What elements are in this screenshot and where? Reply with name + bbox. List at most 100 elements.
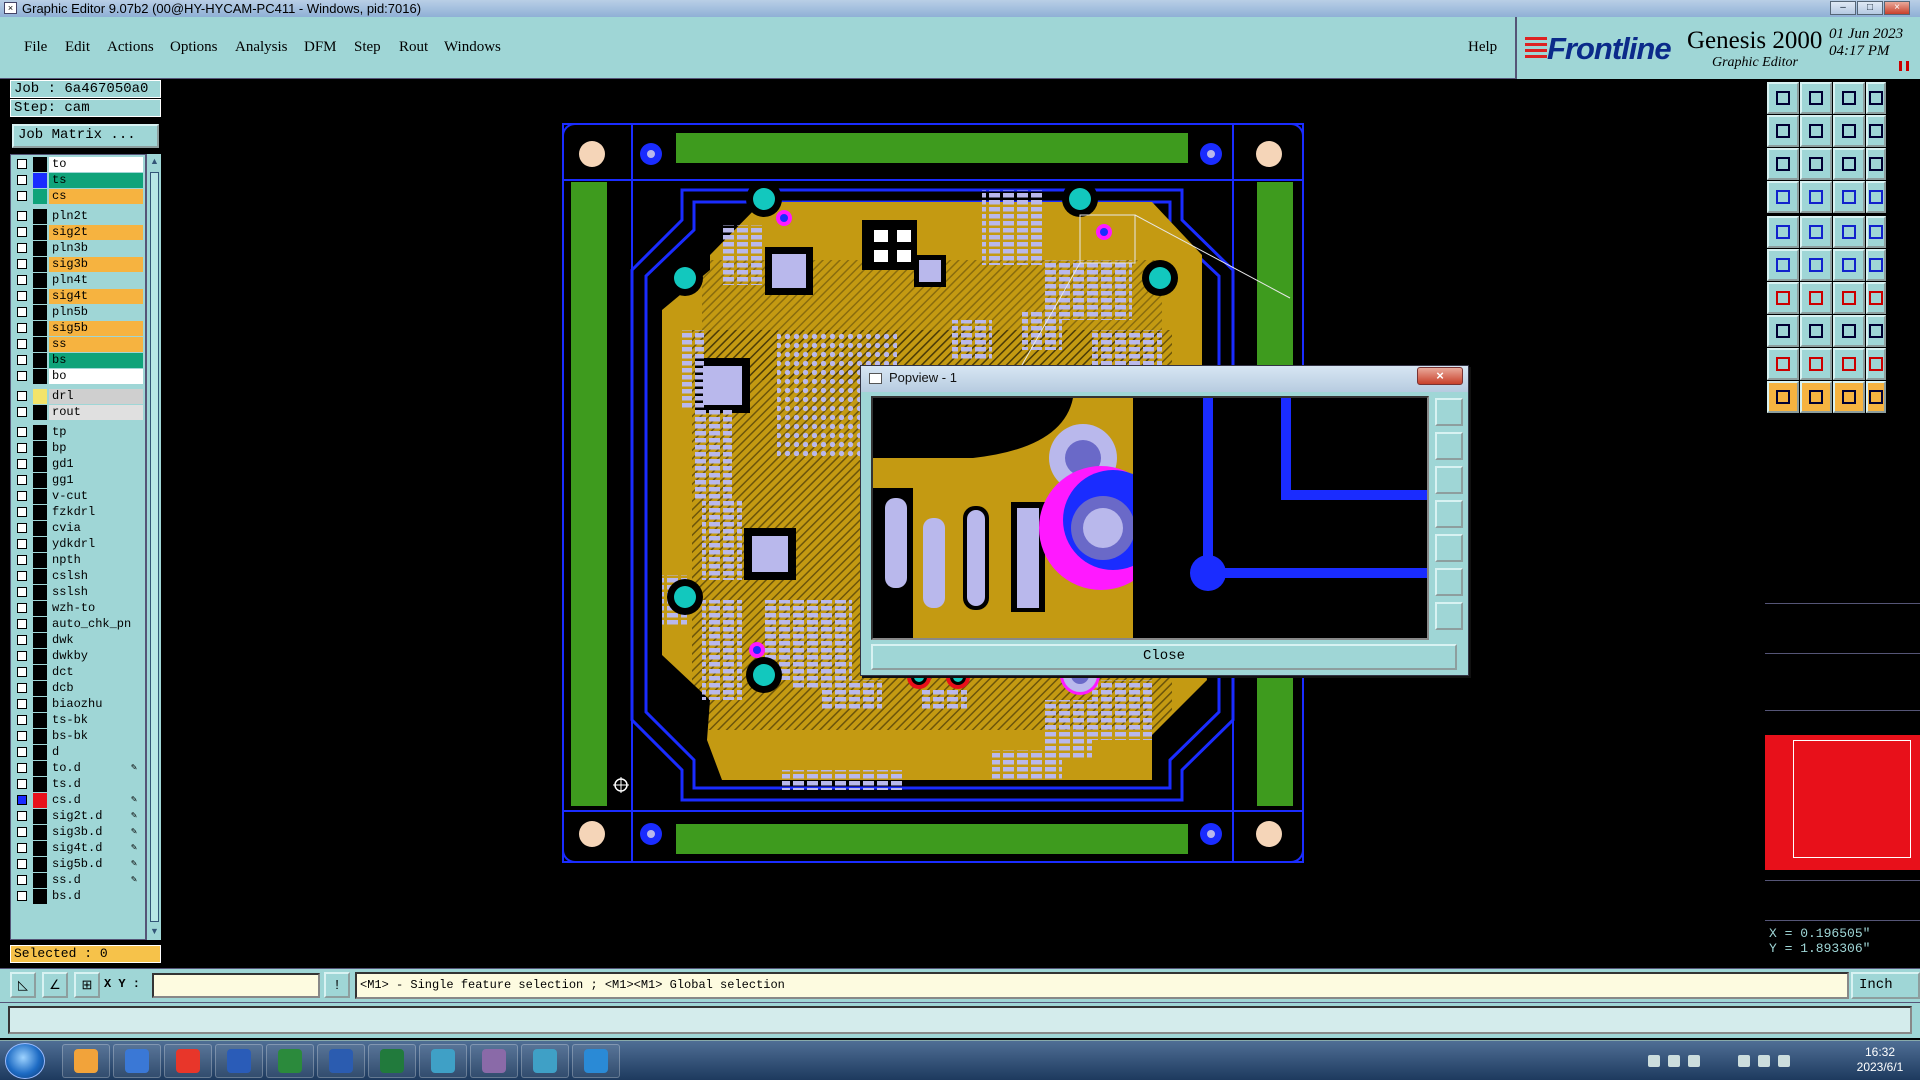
layer-color-swatch[interactable] [33,633,47,648]
layer-checkbox[interactable] [17,587,27,597]
layer-color-swatch[interactable] [33,505,47,520]
layer-row[interactable]: bs.d [11,889,145,904]
popview-close-button[interactable]: Close [871,644,1457,670]
layer-name[interactable]: bs.d [49,889,143,904]
dot-icon[interactable] [1866,216,1886,248]
layer-name[interactable]: sig2t [49,225,143,240]
arc-icon[interactable] [1833,282,1865,314]
layer-color-swatch[interactable] [33,389,47,404]
layer-name[interactable]: sig3b.d ✎ [49,825,143,840]
layer-checkbox[interactable] [17,227,27,237]
tray-icon[interactable] [1688,1055,1700,1067]
triangle-alt-icon[interactable] [1800,348,1832,380]
layer-row[interactable]: biaozhu [11,697,145,712]
layer-name[interactable]: drl [49,389,143,404]
zoom-in-icon[interactable] [1435,568,1463,596]
scroll-up-icon[interactable]: ▲ [149,156,160,167]
layer-row[interactable]: to [11,157,145,172]
layer-row[interactable]: bp [11,441,145,456]
layer-name[interactable]: dwkby [49,649,143,664]
layer-row[interactable]: sig2t.d ✎ [11,809,145,824]
layer-row[interactable]: bs [11,353,145,368]
layer-row[interactable]: tp [11,425,145,440]
layer-name[interactable]: sig4t.d ✎ [49,841,143,856]
layer-checkbox[interactable] [17,291,27,301]
tray-icon[interactable] [1648,1055,1660,1067]
start-button[interactable] [5,1043,45,1079]
layer-row[interactable]: d [11,745,145,760]
layer-name[interactable]: sig5b [49,321,143,336]
layer-row[interactable]: wzh-to [11,601,145,616]
grid-icon[interactable]: ⊞ [74,972,100,998]
layer-name[interactable]: sig3b [49,257,143,272]
layer-color-swatch[interactable] [33,825,47,840]
layer-color-swatch[interactable] [33,873,47,888]
layer-name[interactable]: bp [49,441,143,456]
layer-color-swatch[interactable] [33,225,47,240]
node-icon[interactable] [1767,315,1799,347]
layer-color-swatch[interactable] [33,425,47,440]
units-selector[interactable]: Inch [1851,972,1920,999]
layer-color-swatch[interactable] [33,521,47,536]
layer-color-swatch[interactable] [33,681,47,696]
layer-checkbox[interactable] [17,635,27,645]
layer-color-swatch[interactable] [33,889,47,904]
layer-checkbox[interactable] [17,875,27,885]
step-icon[interactable] [1866,115,1886,147]
layer-name[interactable]: pln5b [49,305,143,320]
layer-name[interactable]: bs [49,353,143,368]
layer-checkbox[interactable] [17,683,27,693]
layer-name[interactable]: cs [49,189,143,204]
genesis-icon[interactable] [470,1044,518,1078]
layer-name[interactable]: pln3b [49,241,143,256]
layer-color-swatch[interactable] [33,369,47,384]
menu-windows[interactable]: Windows [444,39,501,56]
layer-name[interactable]: ss [49,337,143,352]
scroll-down-icon[interactable]: ▼ [149,926,160,937]
cross-icon[interactable] [1800,249,1832,281]
layer-color-swatch[interactable] [33,353,47,368]
popview-close-icon[interactable]: × [1417,367,1463,385]
browser-icon[interactable] [164,1044,212,1078]
layer-scrollbar[interactable]: ▲ ▼ [146,154,161,940]
menu-help[interactable]: Help [1468,39,1497,56]
arrow-app-icon[interactable] [572,1044,620,1078]
zoom-out-icon[interactable] [1435,602,1463,630]
move-left-icon[interactable] [1767,115,1799,147]
layer-color-swatch[interactable] [33,337,47,352]
layer-color-swatch[interactable] [33,273,47,288]
select-lasso-icon[interactable] [1833,381,1865,413]
layer-name[interactable]: cs.d ✎ [49,793,143,808]
layer-name[interactable]: cvia [49,521,143,536]
publisher-icon[interactable] [266,1044,314,1078]
layer-checkbox[interactable] [17,427,27,437]
layer-name[interactable]: cslsh [49,569,143,584]
split-icon[interactable] [1866,282,1886,314]
layer-row[interactable]: npth [11,553,145,568]
slash-icon[interactable] [1800,282,1832,314]
layer-row[interactable]: ts [11,173,145,188]
layer-name[interactable]: pln2t [49,209,143,224]
pan-down-icon[interactable] [1435,466,1463,494]
layer-name[interactable]: rout [49,405,143,420]
layer-name[interactable]: sslsh [49,585,143,600]
layer-checkbox[interactable] [17,259,27,269]
ruler-icon[interactable] [1833,216,1865,248]
connect-icon[interactable] [1833,249,1865,281]
layer-name[interactable]: sig2t.d ✎ [49,809,143,824]
layer-name[interactable]: ts-bk [49,713,143,728]
volume-icon[interactable] [1758,1055,1770,1067]
layer-row[interactable]: ss.d ✎ [11,873,145,888]
layer-checkbox[interactable] [17,571,27,581]
layer-row[interactable]: bs-bk [11,729,145,744]
measure-icon[interactable] [1833,181,1865,213]
layer-row[interactable]: pln4t [11,273,145,288]
layer-row[interactable]: pln2t [11,209,145,224]
menu-rout[interactable]: Rout [399,39,428,56]
layer-row[interactable]: dwkby [11,649,145,664]
zoom-back-icon[interactable] [1833,115,1865,147]
layer-name[interactable]: pln4t [49,273,143,288]
select-alt-icon[interactable] [1800,381,1832,413]
layer-name[interactable]: d [49,745,143,760]
layer-checkbox[interactable] [17,523,27,533]
